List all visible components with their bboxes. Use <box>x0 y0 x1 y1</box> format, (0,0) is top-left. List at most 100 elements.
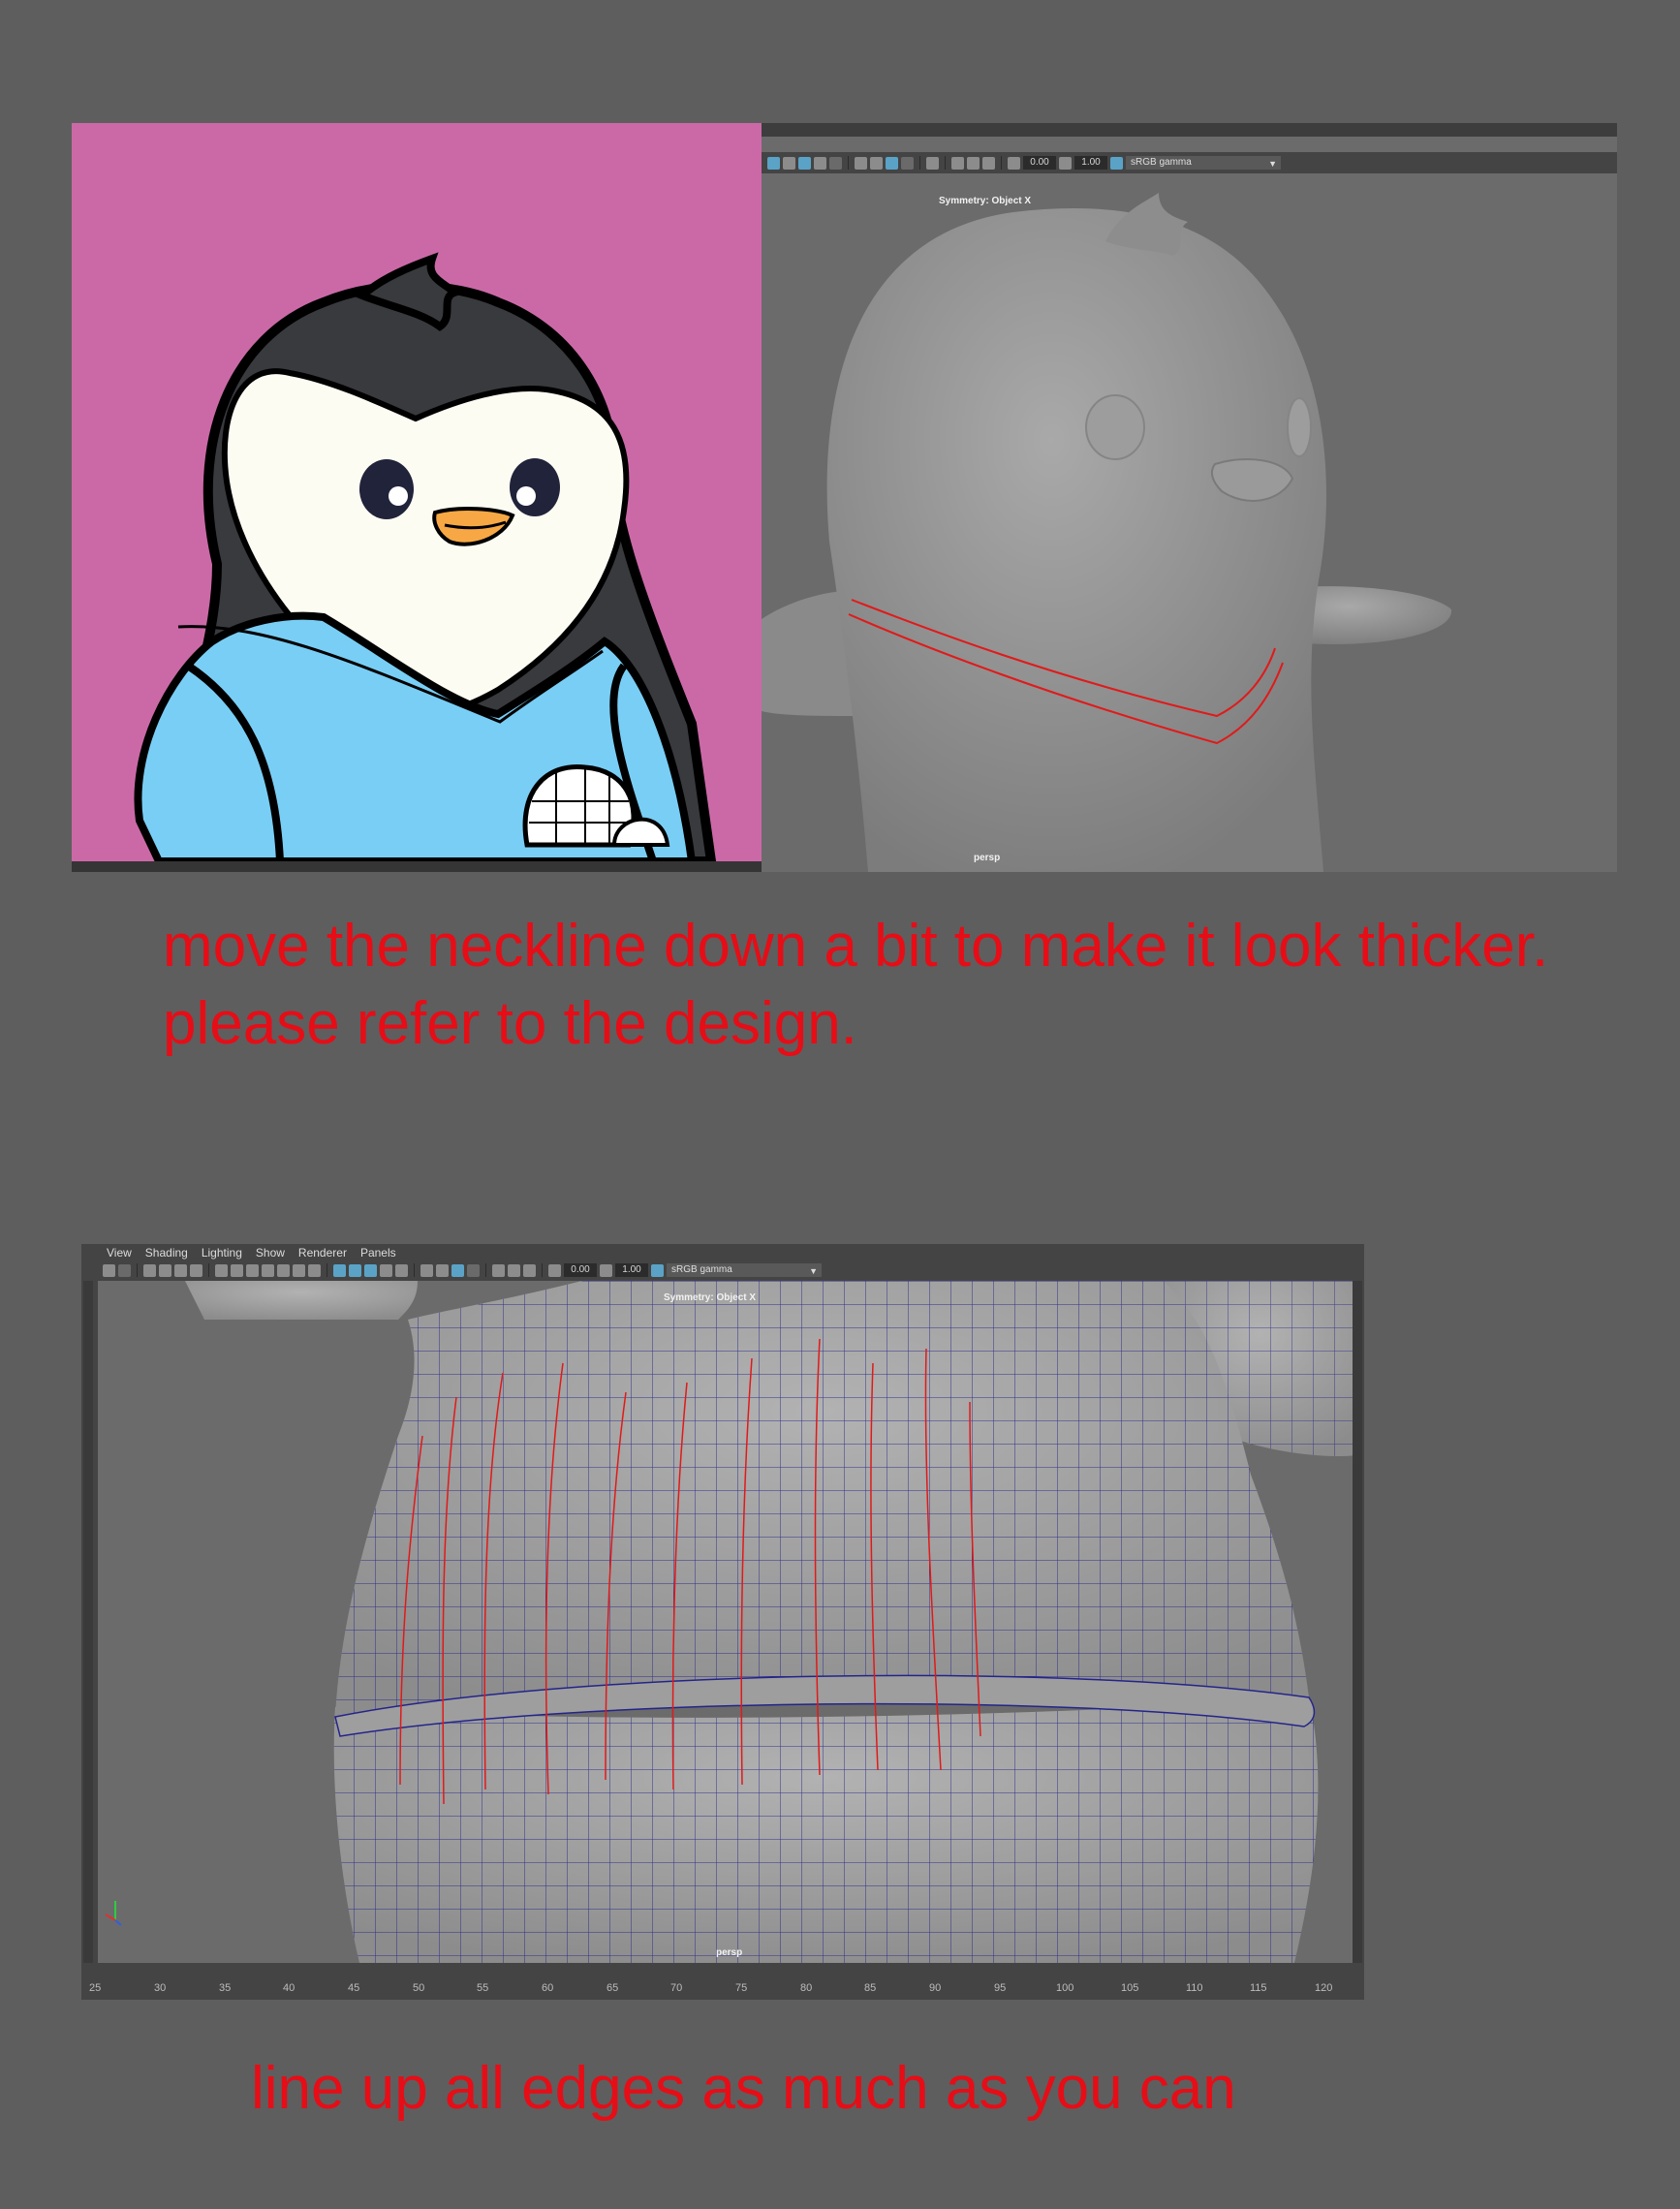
textured-icon[interactable] <box>798 156 811 170</box>
timeline-tick: 95 <box>994 1982 1007 1994</box>
menu-show[interactable]: Show <box>256 1246 285 1260</box>
left-tool-strip[interactable] <box>83 1281 93 1963</box>
menu-panels[interactable]: Panels <box>360 1246 396 1260</box>
menu-lighting[interactable]: Lighting <box>202 1246 242 1260</box>
exposure-icon[interactable] <box>1008 156 1020 170</box>
ambient-occlusion-icon[interactable] <box>420 1263 433 1277</box>
timeline-tick: 120 <box>1315 1982 1333 1994</box>
viewport-top[interactable]: 0.00 1.00 sRGB gamma ▼ Symmetry: Object … <box>762 123 1617 872</box>
timeline-tick: 25 <box>89 1982 102 1994</box>
timeline-tick: 55 <box>477 1982 489 1994</box>
viewport-bottom-canvas[interactable]: Symmetry: Object X persp <box>98 1281 1356 1963</box>
exposure-icon[interactable] <box>548 1263 561 1277</box>
timeline-tick: 50 <box>413 1982 425 1994</box>
smooth-shade-icon[interactable] <box>783 156 795 170</box>
color-space-label: sRGB gamma <box>1131 157 1192 168</box>
color-space-dropdown[interactable]: sRGB gamma ▼ <box>1126 156 1281 170</box>
viewport-bottom[interactable]: View Shading Lighting Show Renderer Pane… <box>81 1244 1364 2000</box>
resolution-gate-icon[interactable] <box>951 156 964 170</box>
2d-pan-zoom-icon[interactable] <box>174 1263 187 1277</box>
symmetry-label: Symmetry: Object X <box>939 196 1032 206</box>
textured-icon[interactable] <box>380 1263 392 1277</box>
wireframe-on-shaded-icon[interactable] <box>364 1263 377 1277</box>
motion-blur-icon[interactable] <box>436 1263 449 1277</box>
timeline-tick: 75 <box>735 1982 748 1994</box>
menu-renderer[interactable]: Renderer <box>298 1246 347 1260</box>
timeline-tick: 80 <box>800 1982 813 1994</box>
camera-label: persp <box>974 853 1001 863</box>
axis-gizmo-icon <box>105 1901 122 1926</box>
gamma-icon[interactable] <box>1059 156 1072 170</box>
timeline-tick: 30 <box>154 1982 167 1994</box>
color-space-dropdown[interactable]: sRGB gamma ▼ <box>667 1263 822 1277</box>
timeline-tick: 70 <box>670 1982 683 1994</box>
field-chart-icon[interactable] <box>277 1263 290 1277</box>
menu-view[interactable]: View <box>107 1246 132 1260</box>
gamma-field[interactable]: 1.00 <box>1074 156 1107 170</box>
grid-icon[interactable] <box>215 1263 228 1277</box>
viewport-menu-bar: View Shading Lighting Show Renderer Pane… <box>107 1246 396 1260</box>
two-views-icon[interactable] <box>508 1263 520 1277</box>
bookmark-icon[interactable] <box>143 1263 156 1277</box>
wireframe-toggle-icon[interactable] <box>767 156 780 170</box>
timeline-tick: 85 <box>864 1982 877 1994</box>
safe-area-icon[interactable] <box>967 156 980 170</box>
select-icon[interactable] <box>492 1263 505 1277</box>
grease-pencil-icon[interactable] <box>190 1263 202 1277</box>
isolate-select-icon[interactable] <box>886 156 898 170</box>
image-plane-icon[interactable] <box>159 1263 171 1277</box>
timeline-tick: 90 <box>929 1982 942 1994</box>
smooth-shade-icon[interactable] <box>349 1263 361 1277</box>
four-views-icon[interactable] <box>523 1263 536 1277</box>
exposure-field[interactable]: 0.00 <box>564 1263 597 1277</box>
chevron-down-icon: ▼ <box>1268 159 1277 169</box>
grid-icon[interactable] <box>982 156 995 170</box>
viewport-top-toolbar-icons: 0.00 1.00 sRGB gamma ▼ <box>767 152 1281 173</box>
annotation-note-bottom: line up all edges as much as you can <box>251 2055 1236 2122</box>
penguin-illustration <box>134 252 717 861</box>
gamma-icon[interactable] <box>600 1263 612 1277</box>
ambient-occlusion-icon[interactable] <box>855 156 867 170</box>
lighting-icon[interactable] <box>814 156 826 170</box>
reference-design-image <box>72 123 762 861</box>
timeline-tick: 105 <box>1121 1982 1139 1994</box>
timeline-tick: 100 <box>1056 1982 1074 1994</box>
motion-blur-icon[interactable] <box>870 156 883 170</box>
annotation-note-line2: please refer to the design. <box>163 990 857 1057</box>
xray-icon[interactable] <box>901 156 914 170</box>
timeline-tick: 45 <box>348 1982 360 1994</box>
viewport-top-header <box>762 123 1617 137</box>
color-management-icon[interactable] <box>651 1263 664 1277</box>
shadows-icon[interactable] <box>829 156 842 170</box>
film-gate-icon[interactable] <box>231 1263 243 1277</box>
isolate-select-icon[interactable] <box>451 1263 464 1277</box>
color-management-icon[interactable] <box>1110 156 1123 170</box>
wireframe-body-model <box>105 1281 1356 1963</box>
camera-attributes-icon[interactable] <box>118 1263 131 1277</box>
timeline-tick: 60 <box>542 1982 554 1994</box>
gate-mask-icon[interactable] <box>262 1263 274 1277</box>
resolution-gate-icon[interactable] <box>246 1263 259 1277</box>
exposure-field[interactable]: 0.00 <box>1023 156 1056 170</box>
time-slider[interactable]: 25 30 35 40 45 50 55 60 65 70 75 80 85 9… <box>81 1980 1364 2000</box>
wireframe-icon[interactable] <box>333 1263 346 1277</box>
gamma-field[interactable]: 1.00 <box>615 1263 648 1277</box>
lighting-icon[interactable] <box>395 1263 408 1277</box>
menu-shading[interactable]: Shading <box>145 1246 188 1260</box>
viewport-bottom-toolbar: 0.00 1.00 sRGB gamma ▼ <box>103 1260 822 1281</box>
select-camera-icon[interactable] <box>926 156 939 170</box>
safe-title-icon[interactable] <box>308 1263 321 1277</box>
select-camera-icon[interactable] <box>103 1263 115 1277</box>
symmetry-label: Symmetry: Object X <box>664 1292 757 1303</box>
timeline-tick: 110 <box>1186 1982 1203 1994</box>
shaded-penguin-model <box>762 193 1452 872</box>
timeline-tick: 65 <box>607 1982 619 1994</box>
annotation-note-line1: move the neckline down a bit to make it … <box>163 913 1549 980</box>
safe-action-icon[interactable] <box>293 1263 305 1277</box>
camera-label: persp <box>716 1947 743 1958</box>
design-bottom-strip <box>72 861 762 872</box>
right-scrollbar[interactable] <box>1353 1281 1362 1963</box>
timeline-tick: 115 <box>1250 1982 1267 1994</box>
xray-icon[interactable] <box>467 1263 480 1277</box>
timeline-tick: 35 <box>219 1982 232 1994</box>
